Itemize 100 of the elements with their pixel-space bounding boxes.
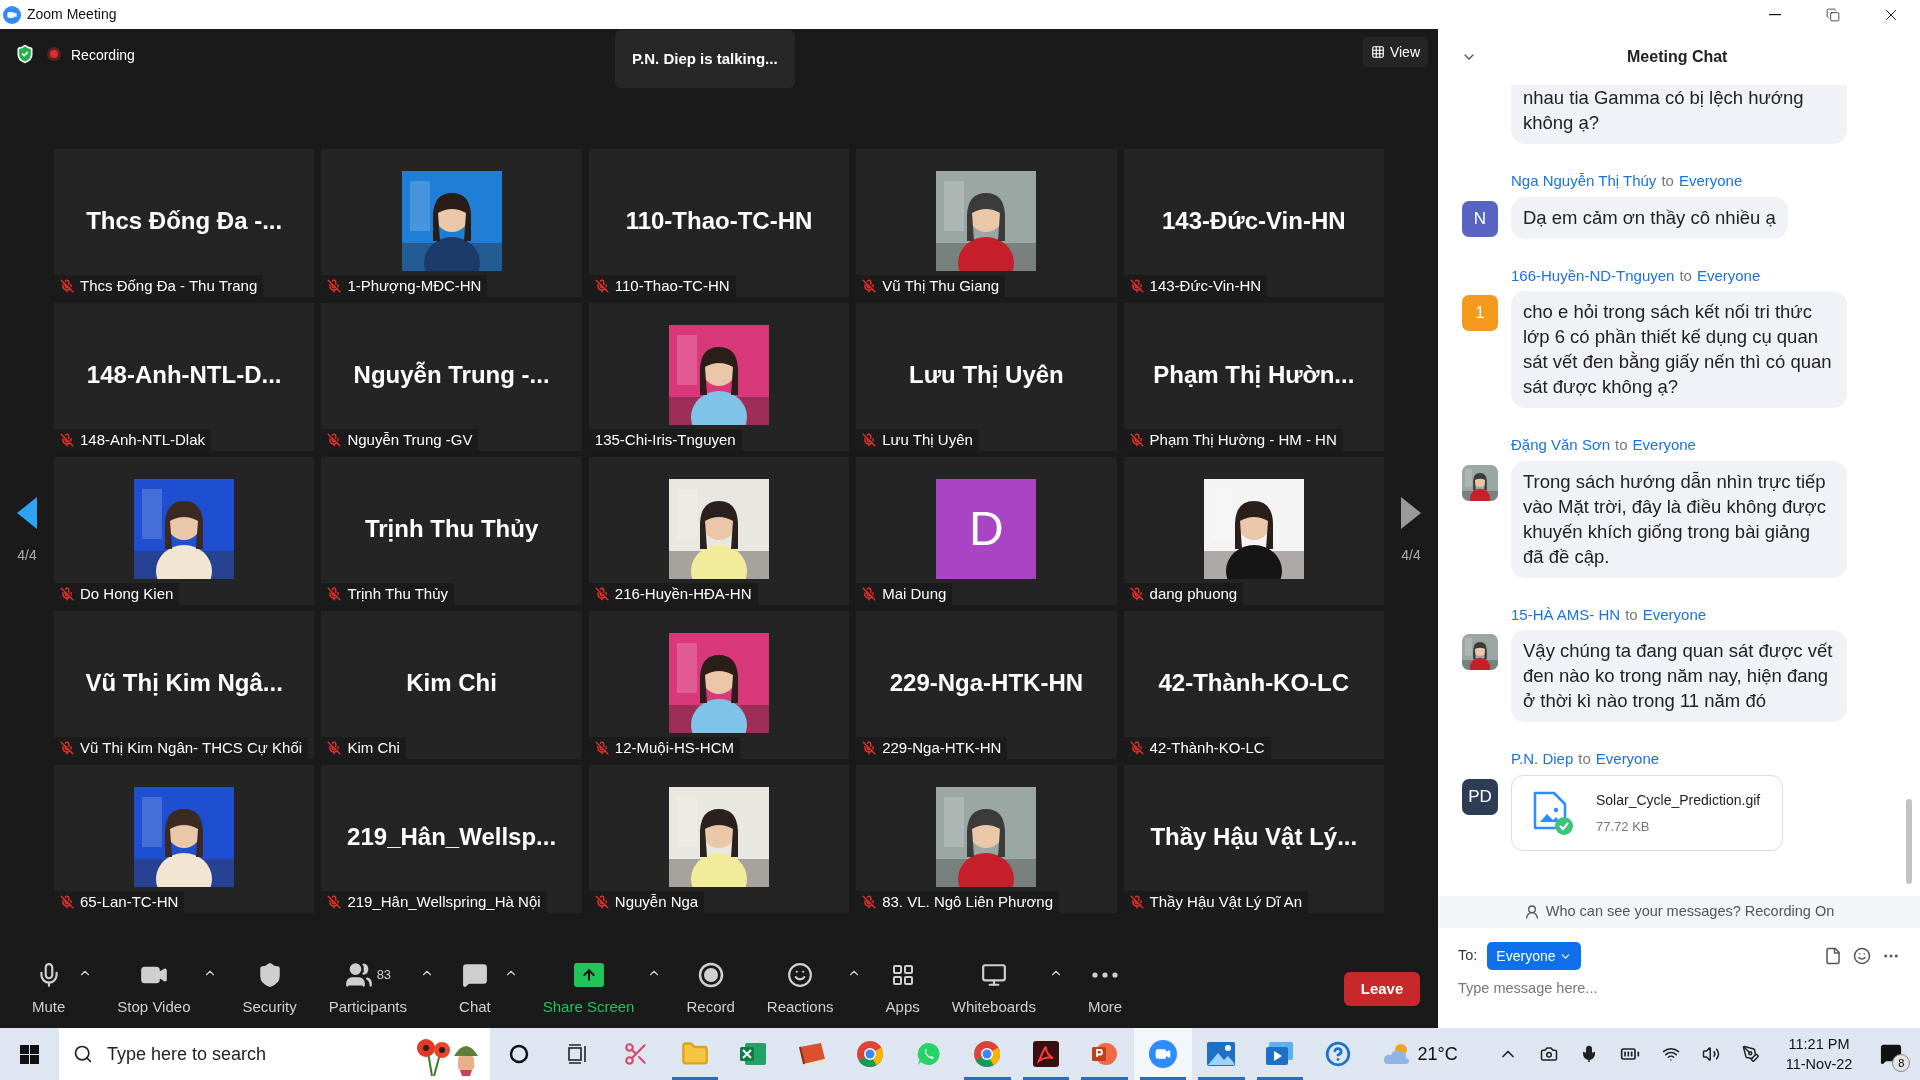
page-indicator: 4/4 (17, 545, 37, 565)
participant-name: Nguyễn Trung -... (353, 360, 550, 390)
participant-label: Nguyễn Trung -GV (347, 429, 473, 450)
recipient-name[interactable]: Everyone (1696, 264, 1761, 287)
people-icon (344, 960, 373, 989)
toolbar-button[interactable]: Chat (449, 959, 501, 1019)
recipient-name[interactable]: Everyone (1678, 170, 1743, 193)
participant-label: 12-Muội-HS-HCM (614, 737, 734, 758)
participant-name: 110-Thao-TC-HN (625, 206, 813, 236)
participant-label: 65-Lan-TC-HN (80, 891, 179, 912)
toolbar-button[interactable]: Apps (875, 959, 930, 1019)
sender-name[interactable]: Đặng Văn Sơn (1511, 434, 1611, 457)
toolbar-button[interactable]: Reactions (756, 959, 844, 1019)
grid-icon (1370, 45, 1385, 59)
clock[interactable]: 11:21 PM 11-Nov-22 (1785, 1028, 1853, 1080)
toolbar-button[interactable]: 83 Participants (318, 959, 418, 1019)
smiley-plus-icon (787, 961, 814, 988)
windows-icon (20, 1044, 39, 1064)
participant-label: Mai Dung (882, 583, 947, 604)
help-icon (1325, 1041, 1352, 1067)
wifi-icon[interactable] (1661, 1045, 1680, 1063)
participant-name: Thcs Đống Đa -... (86, 206, 283, 236)
participant-label: Vũ Thị Kim Ngân- THCS Cự Khối (80, 737, 303, 758)
user-lock-icon (1523, 904, 1540, 920)
participant-label: 110-Thao-TC-HN (614, 275, 730, 296)
participant-label: Trịnh Thu Thủy (347, 583, 448, 604)
participant-label: Vũ Thị Thu Giang (882, 275, 1000, 296)
emoji-icon[interactable] (1853, 947, 1871, 965)
participant-name: 42-Thành-KO-LC (1158, 668, 1350, 698)
message-input[interactable]: Type message here... (1458, 978, 1900, 1000)
to-label: to (1661, 171, 1674, 191)
spreadsheet-icon (739, 1041, 768, 1067)
avatar: PD (1462, 778, 1498, 815)
file-size: 77.72 KB (1596, 817, 1651, 836)
browser-icon (856, 1040, 885, 1068)
message-bubble: Trong sách hướng dẫn nhìn trực tiếp vào Mặt trời, đây là điều không được khuyến khích giống trong bài giảng đã đề cập. (1511, 460, 1847, 578)
toolbar-button[interactable]: More (1077, 959, 1133, 1019)
file-name: Solar_Cycle_Prediction.gif (1596, 790, 1761, 810)
participant-name: Vũ Thị Kim Ngâ... (85, 668, 283, 698)
avatar: 1 (1462, 295, 1498, 331)
participant-label: Kim Chi (347, 737, 400, 758)
notification-icon (1880, 1043, 1903, 1065)
phone-bubble-icon (915, 1041, 942, 1067)
message-bubble: nhau tia Gamma có bị lệch hướng không ạ? (1511, 85, 1847, 144)
toolbar-button[interactable]: Whiteboards (941, 959, 1046, 1019)
window-title: Zoom Meeting (27, 5, 117, 24)
play-icon (1264, 1041, 1295, 1067)
toolbar-button[interactable]: Security (232, 959, 307, 1019)
notice-text: Who can see your messages? Recording On (1545, 902, 1835, 922)
whiteboard-icon (980, 961, 1007, 988)
message-bubble: Vậy chúng ta đang quan sát được vết đen nào ko trong năm nay, hiện đang ở thời kì nào trong 11 năm đó (1511, 630, 1847, 722)
participant-name: 219_Hân_Wellsp... (347, 822, 557, 852)
recipient-name[interactable]: Everyone (1595, 748, 1660, 771)
participant-name: Thầy Hậu Vật Lý... (1150, 822, 1358, 852)
search-input[interactable]: Type here to search (107, 1040, 367, 1068)
participant-label: Thcs Đống Đa - Thu Trang (80, 275, 258, 296)
participant-name: 148-Anh-NTL-D... (86, 360, 282, 390)
file-attachment[interactable]: Solar_Cycle_Prediction.gif 77.72 KB (1511, 774, 1784, 851)
participant-label: 135-Chi-Iris-Tnguyen (594, 429, 736, 450)
participant-name: 143-Đức-Vin-HN (1161, 206, 1346, 236)
sender-name[interactable]: Nga Nguyễn Thị Thúy (1511, 170, 1657, 193)
restore-icon (1826, 7, 1840, 22)
message-bubble: cho e hỏi trong sách kết nối tri thức lớp 6 có phần thiết kế dụng cụ quan sát vết đen bằng giấy nến thì có quan sát được không ạ? (1511, 291, 1847, 408)
participant-label: Nguyễn Nga (614, 891, 699, 912)
page-indicator: 4/4 (1401, 545, 1421, 565)
participant-name: Phạm Thị Hườn... (1153, 360, 1355, 390)
participant-label: dang phuong (1149, 583, 1238, 604)
toolbar-button[interactable]: Record (676, 959, 745, 1019)
participant-label: Lưu Thị Uyên (882, 429, 973, 450)
view-button[interactable]: View (1362, 37, 1428, 67)
to-label: to (1625, 604, 1638, 625)
avatar: D (936, 479, 1037, 579)
participant-label: 229-Nga-HTK-HN (882, 737, 1002, 758)
notifications-button[interactable]: 8 (1874, 1028, 1909, 1080)
circle-icon (509, 1044, 530, 1064)
chat-title: Meeting Chat (1627, 47, 1728, 67)
participant-label: 219_Hân_Wellspring_Hà Nội (347, 891, 541, 912)
speaker-indicator: P.N. Diep is talking... (614, 30, 795, 88)
camera-icon[interactable] (1539, 1045, 1558, 1063)
sender-name[interactable]: P.N. Diep (1511, 748, 1574, 771)
toolbar-button[interactable]: Share Screen (532, 959, 645, 1019)
pen-icon[interactable] (1741, 1045, 1760, 1063)
recipient-name[interactable]: Everyone (1642, 603, 1707, 626)
participant-label: Do Hong Kien (80, 583, 174, 604)
image-icon (1206, 1041, 1237, 1067)
image-file-icon (1532, 789, 1574, 836)
toolbar-button[interactable]: Mute (22, 959, 76, 1019)
file-icon[interactable] (1824, 947, 1842, 965)
app-logo-icon (3, 5, 21, 24)
toolbar-button[interactable]: Stop Video (107, 959, 201, 1019)
search-field[interactable]: Type here to search (59, 1028, 490, 1080)
share-screen-icon (573, 962, 604, 987)
leave-button[interactable]: Leave (1344, 972, 1420, 1006)
sender-name[interactable]: 166-Huyền-ND-Tnguyen (1511, 264, 1675, 287)
sender-name[interactable]: 15-HÀ AMS- HN (1511, 603, 1621, 626)
volume-icon[interactable] (1701, 1045, 1720, 1063)
recipient-dropdown[interactable]: Everyone (1487, 942, 1581, 970)
weather-temperature: 21°C (1417, 1042, 1458, 1066)
recipient-name[interactable]: Everyone (1632, 434, 1696, 457)
folder-icon (680, 1040, 709, 1068)
